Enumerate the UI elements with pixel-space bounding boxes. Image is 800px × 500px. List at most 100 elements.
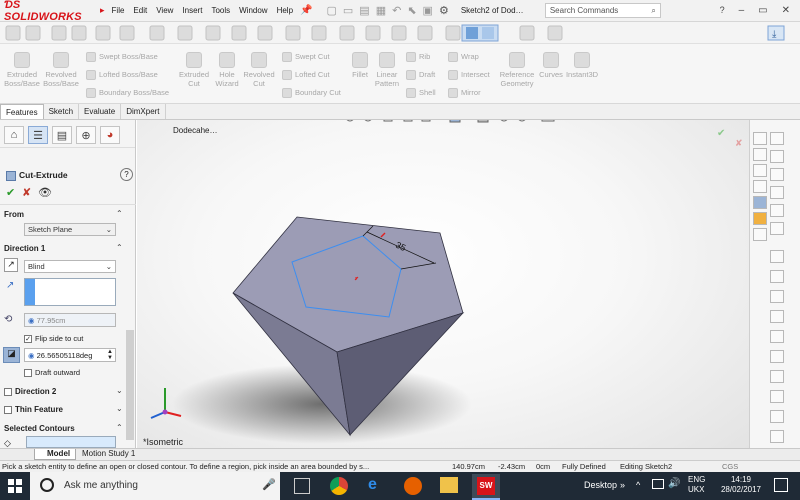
taskbar-search-box[interactable]: Ask me anything 🎤 [30, 472, 280, 500]
trim-tool-icon[interactable] [770, 370, 784, 383]
custom-properties-icon[interactable] [753, 228, 767, 241]
arc-tool-icon[interactable] [770, 204, 784, 217]
reference-geometry-button[interactable]: Reference Geometry [496, 52, 538, 88]
pattern-tool-icon[interactable] [770, 430, 784, 443]
lofted-cut-button[interactable]: Lofted Cut [282, 70, 330, 81]
resources-icon[interactable] [753, 148, 767, 161]
microphone-icon[interactable]: 🎤 [262, 478, 276, 491]
tab-motion-study[interactable]: Motion Study 1 [78, 449, 139, 458]
selected-contours-box[interactable] [26, 436, 116, 448]
model-canvas[interactable]: 35 [137, 120, 749, 460]
search-icon[interactable]: ⌕ [651, 6, 655, 16]
graphics-area[interactable]: Dodecahe… ✔ ✘ 35 *Isometric [137, 120, 749, 460]
pin-icon[interactable]: 📌 [300, 5, 312, 16]
mirror-button[interactable]: Mirror [448, 88, 481, 99]
tray-expand-icon[interactable]: ^ [636, 480, 640, 490]
volume-icon[interactable]: 🔊 [668, 478, 680, 489]
depth-input[interactable]: ◉ 77.95cm [24, 313, 116, 327]
menu-expand-icon[interactable]: ▸ [100, 5, 105, 16]
display-manager-tab-icon[interactable]: ◕ [100, 126, 120, 144]
fillet-button[interactable]: Fillet [348, 52, 372, 79]
maximize-button[interactable]: ▭ [758, 5, 767, 16]
circle-tool-icon[interactable] [770, 168, 784, 181]
design-library-icon[interactable] [753, 164, 767, 177]
file-explorer-icon[interactable] [753, 180, 767, 193]
open-icon[interactable]: ▭ [343, 4, 353, 17]
line-tool-icon[interactable] [770, 150, 784, 163]
boundary-boss-button[interactable]: Boundary Boss/Base [86, 88, 169, 99]
rebuild-icon[interactable]: ▣ [423, 4, 433, 17]
end-condition-select[interactable]: Blind ⌄ [24, 260, 116, 273]
firefox-icon[interactable] [404, 477, 422, 495]
undo-icon[interactable]: ↶ [392, 4, 401, 17]
save-icon[interactable]: ▤ [359, 4, 369, 17]
collapse-chevron-icon[interactable]: ⌃ [116, 423, 123, 432]
edge-icon[interactable]: e [368, 476, 377, 494]
view-palette-icon[interactable] [753, 196, 767, 209]
language-indicator[interactable]: ENG UKX [688, 475, 705, 495]
action-center-icon[interactable] [774, 478, 788, 492]
hole-wizard-button[interactable]: Hole Wizard [212, 52, 242, 88]
clock[interactable]: 14:19 28/02/2017 [716, 475, 766, 495]
extruded-boss-button[interactable]: Extruded Boss/Base [2, 52, 42, 88]
polygon-tool-icon[interactable] [770, 270, 784, 283]
new-document-icon[interactable]: ▢ [326, 4, 336, 17]
collapse-chevron-icon[interactable]: ⌃ [116, 243, 123, 252]
direction1-section-header[interactable]: Direction 1 [4, 244, 45, 253]
start-button[interactable] [8, 479, 22, 493]
boundary-cut-button[interactable]: Boundary Cut [282, 88, 341, 99]
tab-features[interactable]: Features [0, 104, 44, 119]
home-icon[interactable] [753, 132, 767, 145]
task-view-icon[interactable] [294, 478, 310, 494]
from-section-header[interactable]: From [4, 210, 24, 219]
draft-outward-checkbox[interactable]: Draft outward [24, 368, 80, 378]
cancel-x-icon[interactable]: ✘ [22, 186, 31, 199]
feature-manager-tab-icon[interactable]: ⌂ [4, 126, 24, 144]
collapse-chevron-icon[interactable]: ⌃ [116, 209, 123, 218]
expand-chevron-icon[interactable]: ⌄ [116, 404, 123, 413]
draft-button[interactable]: Draft [406, 70, 435, 81]
menu-tools[interactable]: Tools [210, 4, 231, 17]
close-button[interactable]: ✕ [782, 5, 790, 16]
direction2-section-header[interactable]: Direction 2 [4, 387, 56, 396]
options-gear-icon[interactable]: ⚙ [439, 4, 449, 17]
flip-side-checkbox[interactable]: ✓ Flip side to cut [24, 334, 83, 344]
instant3d-button[interactable]: Instant3D [564, 52, 600, 79]
slot-tool-icon[interactable] [770, 222, 784, 235]
from-select[interactable]: Sketch Plane ⌄ [24, 223, 116, 236]
property-manager-tab-icon[interactable]: ☰ [28, 126, 48, 144]
draft-toggle-icon[interactable]: ◪ [3, 347, 20, 363]
selected-contours-header[interactable]: Selected Contours [4, 424, 75, 433]
menu-file[interactable]: File [111, 4, 126, 17]
mirror-entities-icon[interactable] [770, 410, 784, 423]
offset-tool-icon[interactable] [770, 390, 784, 403]
expand-chevron-icon[interactable]: ⌄ [116, 386, 123, 395]
print-icon[interactable]: ▦ [376, 4, 386, 17]
ok-check-icon[interactable]: ✔ [6, 186, 15, 199]
solidworks-taskbar-button[interactable]: SW [472, 474, 500, 500]
menu-edit[interactable]: Edit [132, 4, 148, 17]
rectangle-tool-icon[interactable] [770, 186, 784, 199]
point-tool-icon[interactable] [770, 330, 784, 343]
revolved-cut-button[interactable]: Revolved Cut [242, 52, 276, 88]
status-units[interactable]: CGS [722, 462, 738, 471]
text-tool-icon[interactable] [770, 350, 784, 363]
thin-feature-section-header[interactable]: Thin Feature [4, 405, 63, 414]
menu-insert[interactable]: Insert [181, 4, 203, 17]
minimize-button[interactable]: – [739, 5, 745, 16]
preview-eye-icon[interactable]: 👁 [38, 186, 52, 199]
appearances-icon[interactable] [753, 212, 767, 225]
extruded-cut-button[interactable]: Extruded Cut [176, 52, 212, 88]
panel-scrollbar[interactable] [126, 330, 134, 440]
dimxpert-manager-tab-icon[interactable]: ⊕ [76, 126, 96, 144]
desktop-toolbar-label[interactable]: Desktop [584, 480, 617, 490]
intersect-button[interactable]: Intersect [448, 70, 490, 81]
lofted-boss-button[interactable]: Lofted Boss/Base [86, 70, 158, 81]
network-icon[interactable] [652, 479, 664, 489]
chrome-icon[interactable] [330, 477, 348, 495]
select-icon[interactable]: ⬉ [407, 4, 416, 17]
help-icon[interactable]: ? [120, 168, 133, 181]
menu-window[interactable]: Window [238, 4, 268, 17]
spinner-arrows-icon[interactable]: ▲ ▼ [107, 349, 113, 361]
menu-view[interactable]: View [155, 4, 174, 17]
